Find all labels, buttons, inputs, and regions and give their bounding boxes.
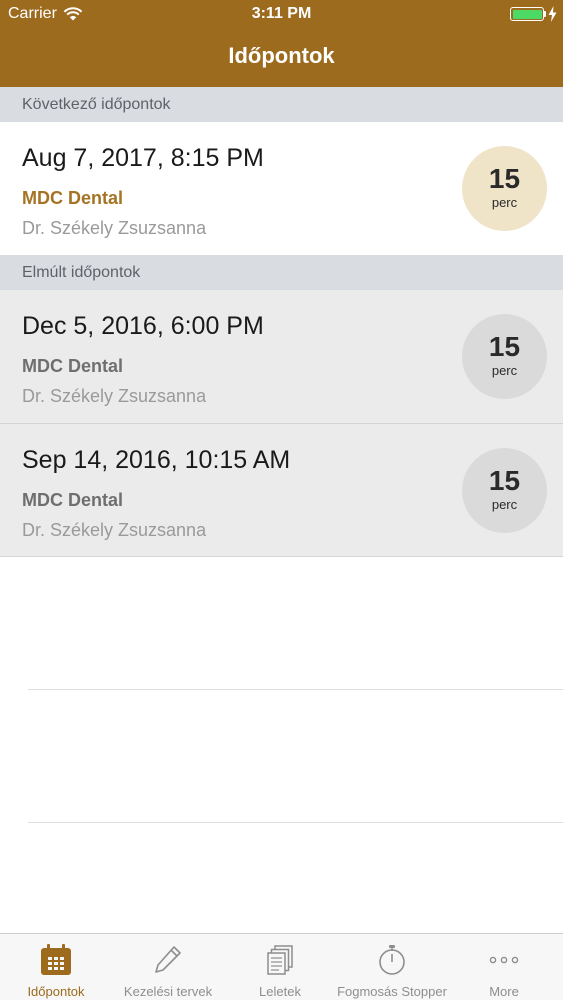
pencil-icon: [155, 946, 181, 973]
appointment-date: Dec 5, 2016, 6:00 PM: [22, 312, 264, 340]
tab-label: More: [489, 984, 519, 999]
charging-bolt-icon: [548, 6, 557, 22]
tab-label: Időpontok: [27, 984, 85, 999]
more-dots-icon: [489, 956, 519, 964]
tab-bar: Időpontok Kezelési tervek Leletek Fogmos…: [0, 933, 563, 1000]
tab-more[interactable]: More: [448, 934, 560, 1000]
duration-unit: perc: [491, 497, 518, 512]
status-bar: Carrier 3:11 PM: [0, 0, 563, 30]
appointment-date: Sep 14, 2016, 10:15 AM: [22, 446, 291, 474]
duration-badge: 15 perc: [462, 146, 547, 231]
appointment-row[interactable]: Aug 7, 2017, 8:15 PM MDC Dental Dr. Szék…: [0, 122, 563, 255]
duration-unit: perc: [491, 363, 518, 378]
duration-unit: perc: [491, 195, 518, 210]
duration-badge: 15 perc: [462, 314, 547, 399]
duration-value: 15: [488, 163, 521, 194]
appointment-row[interactable]: Sep 14, 2016, 10:15 AM MDC Dental Dr. Sz…: [0, 424, 563, 557]
row-divider: [0, 556, 563, 557]
doctor-name: Dr. Székely Zsuzsanna: [22, 218, 207, 238]
appointment-date: Aug 7, 2017, 8:15 PM: [22, 144, 264, 172]
tab-fogmosas-stopper[interactable]: Fogmosás Stopper: [336, 934, 448, 1000]
stopwatch-icon: [379, 945, 405, 975]
tab-leletek[interactable]: Leletek: [224, 934, 336, 1000]
empty-row-divider: [28, 822, 563, 823]
appointment-row[interactable]: Dec 5, 2016, 6:00 PM MDC Dental Dr. Szék…: [0, 290, 563, 423]
clinic-name: MDC Dental: [22, 356, 124, 376]
tab-kezelesi-tervek[interactable]: Kezelési tervek: [112, 934, 224, 1000]
status-time: 3:11 PM: [251, 5, 312, 22]
section-header-upcoming: Következő időpontok: [0, 87, 563, 122]
doctor-name: Dr. Székely Zsuzsanna: [22, 520, 207, 540]
navigation-header: Carrier 3:11 PM Időpontok: [0, 0, 563, 87]
tab-label: Leletek: [259, 984, 301, 999]
battery-icon: [510, 7, 544, 21]
duration-value: 15: [488, 331, 521, 362]
calendar-icon: [41, 944, 71, 975]
tab-idopontok[interactable]: Időpontok: [0, 934, 112, 1000]
duration-badge: 15 perc: [462, 448, 547, 533]
section-header-past: Elmúlt időpontok: [0, 255, 563, 290]
duration-value: 15: [488, 465, 521, 496]
clinic-name: MDC Dental: [22, 490, 124, 510]
tab-label: Kezelési tervek: [123, 984, 213, 999]
doctor-name: Dr. Székely Zsuzsanna: [22, 386, 207, 406]
clinic-name: MDC Dental: [22, 188, 124, 208]
empty-row-divider: [28, 689, 563, 690]
battery-nub: [544, 11, 546, 17]
documents-icon: [267, 945, 293, 975]
page-title: Időpontok: [228, 43, 335, 68]
tab-label: Fogmosás Stopper: [337, 984, 447, 999]
